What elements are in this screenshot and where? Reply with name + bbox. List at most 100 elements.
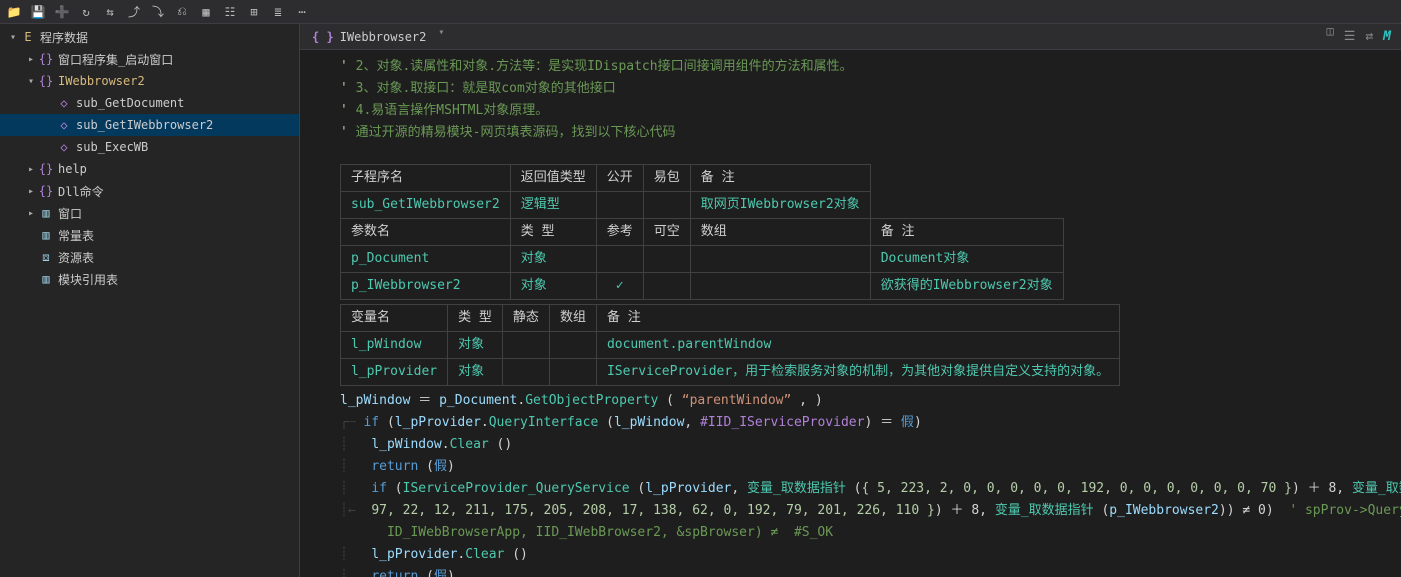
node-type-icon: ▥ (38, 206, 54, 220)
tool-a-icon[interactable]: ⇆ (102, 4, 118, 20)
tab-iwebbrowser2[interactable]: { } IWebbrowser2 (300, 24, 438, 49)
cube-icon[interactable]: ◫ (1326, 24, 1333, 49)
node-type-icon: ◇ (56, 118, 72, 132)
tool-g-icon[interactable]: ⊞ (246, 4, 262, 20)
tree-sub-getiwebbrowser2[interactable]: ◇ sub_GetIWebbrowser2 (0, 114, 299, 136)
param-ref[interactable]: ✓ (596, 273, 643, 300)
expand-icon[interactable]: ▾ (24, 76, 38, 87)
th-vtype: 类 型 (448, 305, 503, 332)
param-null[interactable] (643, 273, 690, 300)
cell-rettype[interactable]: 逻辑型 (510, 192, 596, 219)
tool-c-icon[interactable]: ⤵ (150, 4, 166, 20)
tool-e-icon[interactable]: ▦ (198, 4, 214, 20)
node-label: sub_ExecWB (76, 140, 148, 154)
var-note[interactable]: document.parentWindow (596, 332, 1119, 359)
var-type[interactable]: 对象 (448, 332, 503, 359)
param-name[interactable]: p_IWebbrowser2 (341, 273, 511, 300)
save-icon[interactable]: 💾 (30, 4, 46, 20)
node-label: help (58, 162, 87, 176)
th-parr: 数组 (690, 219, 870, 246)
node-label: 程序数据 (40, 29, 88, 46)
node-type-icon: ◇ (56, 96, 72, 110)
node-label: 资源表 (58, 249, 94, 266)
expand-icon[interactable]: ▸ (24, 208, 38, 219)
tool-f-icon[interactable]: ☷ (222, 4, 238, 20)
comment-line: 通过开源的精易模块-网页填表源码，找到以下核心代码 (356, 125, 676, 140)
param-type[interactable]: 对象 (510, 246, 596, 273)
expand-icon[interactable]: ▸ (24, 54, 38, 65)
node-label: 常量表 (58, 227, 94, 244)
local-var-table: 变量名 类 型 静态 数组 备 注 l_pWindow 对象 document.… (340, 304, 1120, 386)
var-name[interactable]: l_pProvider (341, 359, 448, 386)
th-pnote: 备 注 (870, 219, 1063, 246)
tool-i-icon[interactable]: ⋯ (294, 4, 310, 20)
tree-winset[interactable]: ▸{}窗口程序集_启动窗口 (0, 48, 299, 70)
param-note[interactable]: 欲获得的IWebbrowser2对象 (870, 273, 1063, 300)
expand-icon[interactable]: ▾ (6, 32, 20, 43)
cell-note[interactable]: 取网页IWebbrowser2对象 (690, 192, 870, 219)
toolbar-right-b-icon[interactable]: ⇄ (1365, 29, 1373, 44)
tree-sub-getdocument[interactable]: ◇ sub_GetDocument (0, 92, 299, 114)
th-subname: 子程序名 (341, 165, 511, 192)
node-type-icon: ⧈ (38, 250, 54, 265)
param-arr[interactable] (690, 273, 870, 300)
refresh-icon[interactable]: ↻ (78, 4, 94, 20)
param-ref[interactable] (596, 246, 643, 273)
param-arr[interactable] (690, 246, 870, 273)
expand-icon[interactable]: ▸ (24, 186, 38, 197)
tool-d-icon[interactable]: ⎌ (174, 4, 190, 20)
folder-icon[interactable]: 📁 (6, 4, 22, 20)
tree-help[interactable]: ▸{}help (0, 158, 299, 180)
node-label: 窗口 (58, 205, 82, 222)
tab-label: IWebbrowser2 (340, 30, 427, 44)
param-note[interactable]: Document对象 (870, 246, 1063, 273)
code-editor[interactable]: ' 2、对象.读属性和对象.方法等：是实现IDispatch接口间接调用组件的方… (300, 50, 1401, 577)
tree-iwebbrowser2[interactable]: ▾{} IWebbrowser2 (0, 70, 299, 92)
node-type-icon: ◇ (56, 140, 72, 154)
comment-line: 3、对象.取接口：就是取com对象的其他接口 (356, 81, 616, 96)
var-note[interactable]: IServiceProvider，用于检索服务对象的机制，为其他对象提供自定义支… (596, 359, 1119, 386)
tree-window[interactable]: ▸▥ 窗口 (0, 202, 299, 224)
cell-subname[interactable]: sub_GetIWebbrowser2 (341, 192, 511, 219)
var-arr[interactable] (549, 332, 596, 359)
expand-icon[interactable]: ▸ (24, 164, 38, 175)
var-arr[interactable] (549, 359, 596, 386)
node-type-icon: ▥ (38, 272, 54, 286)
var-type[interactable]: 对象 (448, 359, 503, 386)
th-pkg: 易包 (643, 165, 690, 192)
plus-icon[interactable]: ➕ (54, 4, 70, 20)
th-vnote: 备 注 (596, 305, 1119, 332)
param-name[interactable]: p_Document (341, 246, 511, 273)
tree-sidebar[interactable]: ▾E程序数据▸{}窗口程序集_启动窗口▾{}IWebbrowser2◇sub_G… (0, 24, 300, 577)
node-type-icon: {} (38, 74, 54, 88)
node-type-icon: {} (38, 184, 54, 198)
cell-public[interactable] (596, 192, 643, 219)
param-null[interactable] (643, 246, 690, 273)
tree-sub-execwb[interactable]: ◇ sub_ExecWB (0, 136, 299, 158)
tree-res[interactable]: ⧈ 资源表 (0, 246, 299, 268)
toolbar-right-a-icon[interactable]: ☰ (1344, 29, 1356, 44)
tree-const[interactable]: ▥常量表 (0, 224, 299, 246)
node-label: sub_GetDocument (76, 96, 184, 110)
tab-dropdown-icon[interactable]: ▾ (438, 27, 452, 38)
var-static[interactable] (502, 359, 549, 386)
toolbar-right-mx-icon[interactable]: M (1383, 29, 1391, 44)
code-body[interactable]: l_pWindow ＝ p_Document.GetObjectProperty… (340, 390, 1401, 577)
cell-pkg[interactable] (643, 192, 690, 219)
param-type[interactable]: 对象 (510, 273, 596, 300)
node-type-icon: E (20, 30, 36, 44)
tool-b-icon[interactable]: ⤴ (126, 4, 142, 20)
node-label: IWebbrowser2 (58, 74, 145, 88)
var-static[interactable] (502, 332, 549, 359)
subroutine-signature-table: 子程序名 返回值类型 公开 易包 备 注 sub_GetIWebbrowser2… (340, 164, 1064, 300)
tree-dll[interactable]: ▸{}Dll命令 (0, 180, 299, 202)
tree-modref[interactable]: ▥模块引用表 (0, 268, 299, 290)
tool-h-icon[interactable]: ≣ (270, 4, 286, 20)
node-label: sub_GetIWebbrowser2 (76, 118, 213, 132)
node-type-icon: {} (38, 52, 54, 66)
braces-icon: { } (312, 30, 334, 44)
var-name[interactable]: l_pWindow (341, 332, 448, 359)
th-pname: 参数名 (341, 219, 511, 246)
tree-root[interactable]: ▾E 程序数据 (0, 26, 299, 48)
editor-tabbar: { } IWebbrowser2 ▾ ◫ ☰ ⇄ M (300, 24, 1401, 50)
